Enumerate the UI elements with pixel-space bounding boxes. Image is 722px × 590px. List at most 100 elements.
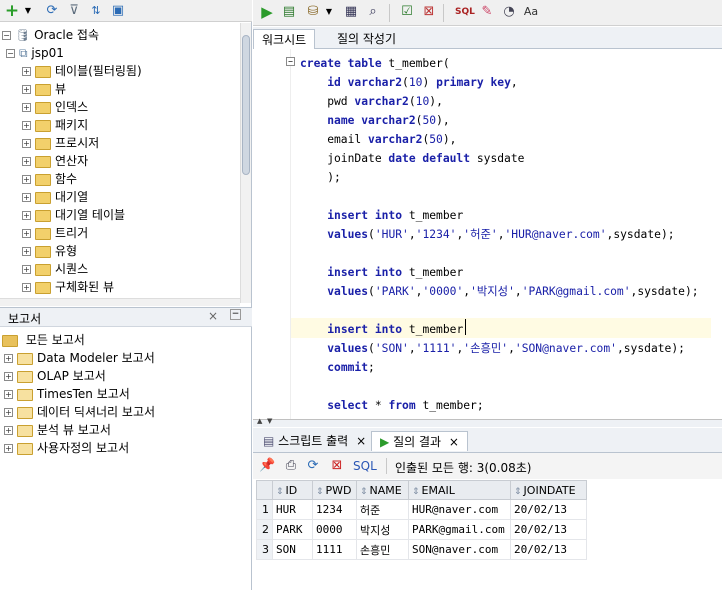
sql-editor[interactable]: − create table t_member( id varchar2(10)…: [253, 49, 722, 419]
sort-icon[interactable]: ⇕: [276, 487, 284, 497]
collapse-icon[interactable]: −: [6, 49, 15, 58]
expand-icon[interactable]: +: [22, 229, 31, 238]
expand-up-icon[interactable]: ▲: [257, 417, 262, 425]
table-cell[interactable]: 박지성: [356, 519, 409, 540]
expand-icon[interactable]: +: [22, 157, 31, 166]
tree-node-object-type[interactable]: + 연산자: [22, 152, 88, 170]
sort-icon[interactable]: ⇕: [412, 487, 420, 497]
tree-node-object-type[interactable]: + 프로시저: [22, 134, 99, 152]
collapse-all-icon[interactable]: ▣: [110, 3, 126, 19]
tree-node-report[interactable]: + 사용자정의 보고서: [4, 439, 129, 457]
close-icon[interactable]: ×: [208, 309, 218, 323]
tab-query-result[interactable]: ▶ 질의 결과 ×: [371, 431, 468, 451]
table-row[interactable]: 3 SON 1111 손흥민 SON@naver.com 20/02/13: [256, 539, 587, 560]
refresh-icon[interactable]: ⟳: [44, 3, 60, 19]
tree-node-object-type[interactable]: + 트리거: [22, 224, 88, 242]
history-icon[interactable]: ◔: [501, 4, 517, 20]
table-cell[interactable]: SON@naver.com: [408, 539, 511, 560]
table-cell[interactable]: 1234: [312, 499, 357, 520]
tree-node-oracle-connections[interactable]: − 🛢 Oracle 접속: [2, 26, 99, 44]
tree-node-object-type[interactable]: + 유형: [22, 242, 77, 260]
sql-link[interactable]: SQL: [353, 459, 377, 473]
tree-node-report[interactable]: + OLAP 보고서: [4, 367, 106, 385]
expand-icon[interactable]: +: [22, 175, 31, 184]
expand-icon[interactable]: +: [4, 390, 13, 399]
tree-node-report[interactable]: + Data Modeler 보고서: [4, 349, 155, 367]
splitter[interactable]: ▲ ▼: [253, 417, 722, 427]
commit-transaction-icon[interactable]: ☑: [399, 4, 415, 20]
tree-node-object-type[interactable]: + 테이블(필터링됨): [22, 62, 142, 80]
table-cell[interactable]: HUR@naver.com: [408, 499, 511, 520]
refresh-icon[interactable]: ⟳: [305, 458, 321, 474]
expand-icon[interactable]: +: [22, 265, 31, 274]
table-cell[interactable]: 0000: [312, 519, 357, 540]
pin-icon[interactable]: 📌: [259, 458, 275, 474]
table-row[interactable]: 2 PARK 0000 박지성 PARK@gmail.com 20/02/13: [256, 519, 587, 540]
tree-node-object-type[interactable]: + 구체화된 뷰: [22, 278, 114, 296]
horizontal-scrollbar[interactable]: [0, 298, 240, 306]
tree-node-object-type[interactable]: + 뷰: [22, 80, 66, 98]
minimize-icon[interactable]: −: [230, 309, 241, 320]
sql-tuning-icon[interactable]: SQL: [455, 4, 475, 20]
run-statement-icon[interactable]: ▶: [259, 4, 275, 20]
expand-icon[interactable]: +: [22, 139, 31, 148]
tree-node-object-type[interactable]: + 대기열: [22, 188, 88, 206]
tab-script-output[interactable]: ▤ 스크립트 출력 ×: [255, 431, 374, 451]
expand-icon[interactable]: +: [22, 283, 31, 292]
column-header[interactable]: ⇕ EMAIL: [408, 480, 511, 500]
table-cell[interactable]: SON: [272, 539, 313, 560]
expand-icon[interactable]: +: [4, 426, 13, 435]
editor-scrollbar[interactable]: [711, 49, 722, 419]
tree-node-object-type[interactable]: + 대기열 테이블: [22, 206, 125, 224]
expand-down-icon[interactable]: ▼: [267, 417, 272, 425]
table-cell[interactable]: 20/02/13: [510, 519, 587, 540]
close-icon[interactable]: ×: [449, 435, 459, 449]
table-cell[interactable]: PARK@gmail.com: [408, 519, 511, 540]
table-row[interactable]: 1 HUR 1234 허준 HUR@naver.com 20/02/13: [256, 499, 587, 520]
expand-icon[interactable]: +: [22, 211, 31, 220]
expand-icon[interactable]: +: [22, 85, 31, 94]
tree-scrollbar[interactable]: [240, 23, 251, 303]
sort-icon[interactable]: ⇕: [514, 487, 522, 497]
collapse-icon[interactable]: −: [2, 31, 11, 40]
column-header[interactable]: ⇕ JOINDATE: [510, 480, 587, 500]
sort-icon[interactable]: ⇕: [360, 487, 368, 497]
expand-icon[interactable]: +: [4, 354, 13, 363]
autotrace-icon[interactable]: ⌕: [365, 4, 381, 20]
run-script-icon[interactable]: ▤: [281, 4, 297, 20]
print-icon[interactable]: ⎙: [283, 458, 299, 474]
expand-icon[interactable]: +: [4, 408, 13, 417]
column-header[interactable]: ⇕ ID: [272, 480, 313, 500]
tree-node-jsp01[interactable]: − ⧉ jsp01: [6, 44, 64, 62]
clear-icon[interactable]: ✎: [479, 4, 495, 20]
tree-node-report[interactable]: + 분석 뷰 보고서: [4, 421, 111, 439]
rollback-icon[interactable]: ⊠: [421, 4, 437, 20]
table-cell[interactable]: PARK: [272, 519, 313, 540]
schema-browser-icon[interactable]: ⇅: [88, 3, 104, 19]
expand-icon[interactable]: +: [22, 103, 31, 112]
expand-icon[interactable]: +: [22, 121, 31, 130]
tree-node-report[interactable]: + 데이터 딕셔너리 보고서: [4, 403, 155, 421]
sort-icon[interactable]: ⇕: [316, 487, 324, 497]
expand-icon[interactable]: +: [4, 444, 13, 453]
tree-node-object-type[interactable]: + 함수: [22, 170, 77, 188]
add-connection-icon[interactable]: +: [4, 3, 20, 20]
close-icon[interactable]: ×: [356, 434, 366, 448]
tree-node-object-type[interactable]: + 인덱스: [22, 98, 88, 116]
table-cell[interactable]: 허준: [356, 499, 409, 520]
dropdown-arrow-icon[interactable]: ▼: [20, 3, 36, 19]
expand-icon[interactable]: +: [4, 372, 13, 381]
tab-worksheet[interactable]: 워크시트: [253, 29, 316, 49]
commit-icon[interactable]: ⛁: [305, 4, 321, 20]
results-grid[interactable]: ⇕ ID ⇕ PWD ⇕ NAME ⇕ EMAIL ⇕ JOINDATE 1 HUR 1234 허준 HU…: [256, 480, 722, 590]
explain-plan-icon[interactable]: ▦: [343, 4, 359, 20]
cancel-icon[interactable]: ⊠: [329, 458, 345, 474]
expand-icon[interactable]: +: [22, 247, 31, 256]
table-cell[interactable]: 1111: [312, 539, 357, 560]
filter-icon[interactable]: ⊽: [66, 3, 82, 19]
expand-icon[interactable]: +: [22, 193, 31, 202]
expand-icon[interactable]: +: [22, 67, 31, 76]
column-header[interactable]: ⇕ PWD: [312, 480, 357, 500]
table-cell[interactable]: 손흥민: [356, 539, 409, 560]
column-header[interactable]: ⇕ NAME: [356, 480, 409, 500]
